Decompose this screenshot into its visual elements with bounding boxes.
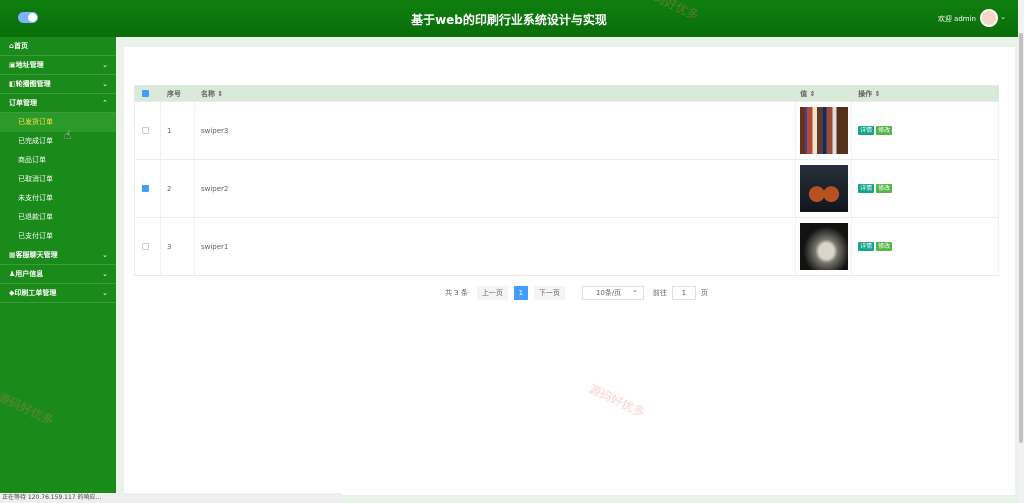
- sidebar-item-chat[interactable]: ▦客服聊天管理 ⌄: [0, 246, 116, 265]
- column-header-actions[interactable]: 操作 ⇕: [851, 85, 999, 102]
- row-checkbox-cell[interactable]: [134, 159, 161, 218]
- row-image-cell: [795, 159, 853, 218]
- scrollbar-thumb[interactable]: [1019, 33, 1023, 443]
- sidebar-item-users[interactable]: ♟用户信息 ⌄: [0, 265, 116, 284]
- chat-icon: ▦: [9, 251, 16, 259]
- row-name: swiper1: [194, 217, 797, 276]
- checkbox-icon[interactable]: [142, 243, 149, 250]
- sidebar-item-cancelled-orders[interactable]: 已取消订单: [0, 170, 116, 189]
- pagination: 共 3 条 上一页 1 下一页 10条/页 前往 1 页: [445, 284, 708, 300]
- sidebar-item-completed-orders[interactable]: 已完成订单: [0, 132, 116, 151]
- row-actions: 详情 修改: [851, 159, 999, 218]
- row-actions: 详情 修改: [851, 101, 999, 160]
- row-image-cell: [795, 217, 853, 276]
- vertical-scrollbar[interactable]: [1018, 0, 1024, 503]
- checkbox-icon[interactable]: [142, 90, 149, 97]
- edit-button[interactable]: 修改: [876, 126, 893, 135]
- checkbox-icon[interactable]: [142, 185, 149, 192]
- chevron-down-icon: ⌄: [102, 80, 108, 88]
- row-checkbox-cell[interactable]: [134, 101, 161, 160]
- data-table: 序号 名称 ⇕ 值 ⇕ 操作 ⇕ 1 swiper3 详情 修改 2 swiper…: [134, 85, 999, 276]
- row-index: 3: [160, 217, 195, 276]
- chevron-down-icon: ⌄: [102, 251, 108, 259]
- column-header-name[interactable]: 名称 ⇕: [194, 85, 797, 102]
- sidebar-item-unpaid-orders[interactable]: 未支付订单: [0, 189, 116, 208]
- carousel-icon: ◧: [9, 80, 16, 88]
- cursor-icon: ☝: [64, 128, 72, 142]
- page-number-button[interactable]: 1: [513, 285, 528, 300]
- row-image-cell: [795, 101, 853, 160]
- chevron-down-icon[interactable]: ⌄: [1000, 13, 1006, 21]
- sidebar-item-print-workorders[interactable]: ◆印刷工单管理 ⌄: [0, 284, 116, 303]
- detail-button[interactable]: 详情: [858, 184, 875, 193]
- row-name: swiper3: [194, 101, 797, 160]
- browser-status-bar: 正在等待 120.76.159.117 的响应...: [0, 493, 342, 503]
- sidebar: ⌂首页 ▣地址管理 ⌄ ◧轮播图管理 ⌄ 订单管理 ⌃ 已发货订单 已完成订单 商品订…: [0, 37, 116, 503]
- next-page-button[interactable]: 下一页: [533, 285, 565, 300]
- row-checkbox-cell[interactable]: [134, 217, 161, 276]
- row-index: 1: [160, 101, 195, 160]
- book-image: [800, 223, 849, 270]
- prev-page-button[interactable]: 上一页: [476, 285, 508, 300]
- edit-button[interactable]: 修改: [876, 184, 893, 193]
- detail-button[interactable]: 详情: [858, 126, 875, 135]
- edit-button[interactable]: 修改: [876, 242, 893, 251]
- table-row: 1 swiper3 详情 修改: [134, 101, 999, 160]
- chevron-down-icon: ⌄: [102, 270, 108, 278]
- sidebar-item-carousel[interactable]: ◧轮播图管理 ⌄: [0, 75, 116, 94]
- address-icon: ▣: [9, 61, 16, 69]
- checkbox-icon[interactable]: [142, 127, 149, 134]
- column-header-index: 序号: [160, 85, 195, 102]
- row-actions: 详情 修改: [851, 217, 999, 276]
- sidebar-item-orders[interactable]: 订单管理 ⌃: [0, 94, 116, 113]
- table-row: 2 swiper2 详情 修改: [134, 159, 999, 218]
- top-header: 基于web的印刷行业系统设计与实现 欢迎 admin ⌄: [0, 0, 1018, 37]
- page-jump-input[interactable]: 1: [671, 285, 696, 300]
- welcome-text: 欢迎 admin: [937, 15, 976, 23]
- sidebar-item-paid-orders[interactable]: 已支付订单: [0, 227, 116, 246]
- table-header-row: 序号 名称 ⇕ 值 ⇕ 操作 ⇕: [134, 85, 999, 102]
- goto-label: 前往: [652, 288, 667, 297]
- chevron-down-icon: ⌄: [102, 289, 108, 297]
- sidebar-item-address[interactable]: ▣地址管理 ⌄: [0, 56, 116, 75]
- page-title: 基于web的印刷行业系统设计与实现: [411, 13, 607, 27]
- sidebar-item-product-orders[interactable]: 商品订单: [0, 151, 116, 170]
- sidebar-item-home[interactable]: ⌂首页: [0, 37, 116, 56]
- chairs-image: [800, 165, 849, 212]
- chevron-up-icon: ⌃: [102, 99, 108, 107]
- bookshelf-image: [800, 107, 849, 154]
- select-all-checkbox[interactable]: [134, 85, 161, 102]
- row-name: swiper2: [194, 159, 797, 218]
- table-row: 3 swiper1 详情 修改: [134, 217, 999, 276]
- sidebar-item-refunded-orders[interactable]: 已退款订单: [0, 208, 116, 227]
- detail-button[interactable]: 详情: [858, 242, 875, 251]
- sidebar-item-shipped-orders[interactable]: 已发货订单: [0, 113, 116, 132]
- total-count: 共 3 条: [445, 288, 468, 297]
- chevron-down-icon: ⌄: [102, 61, 108, 69]
- row-index: 2: [160, 159, 195, 218]
- avatar[interactable]: [980, 9, 998, 27]
- page-size-select[interactable]: 10条/页: [581, 284, 644, 300]
- column-header-value[interactable]: 值 ⇕: [795, 85, 853, 102]
- page-suffix: 页: [700, 288, 708, 297]
